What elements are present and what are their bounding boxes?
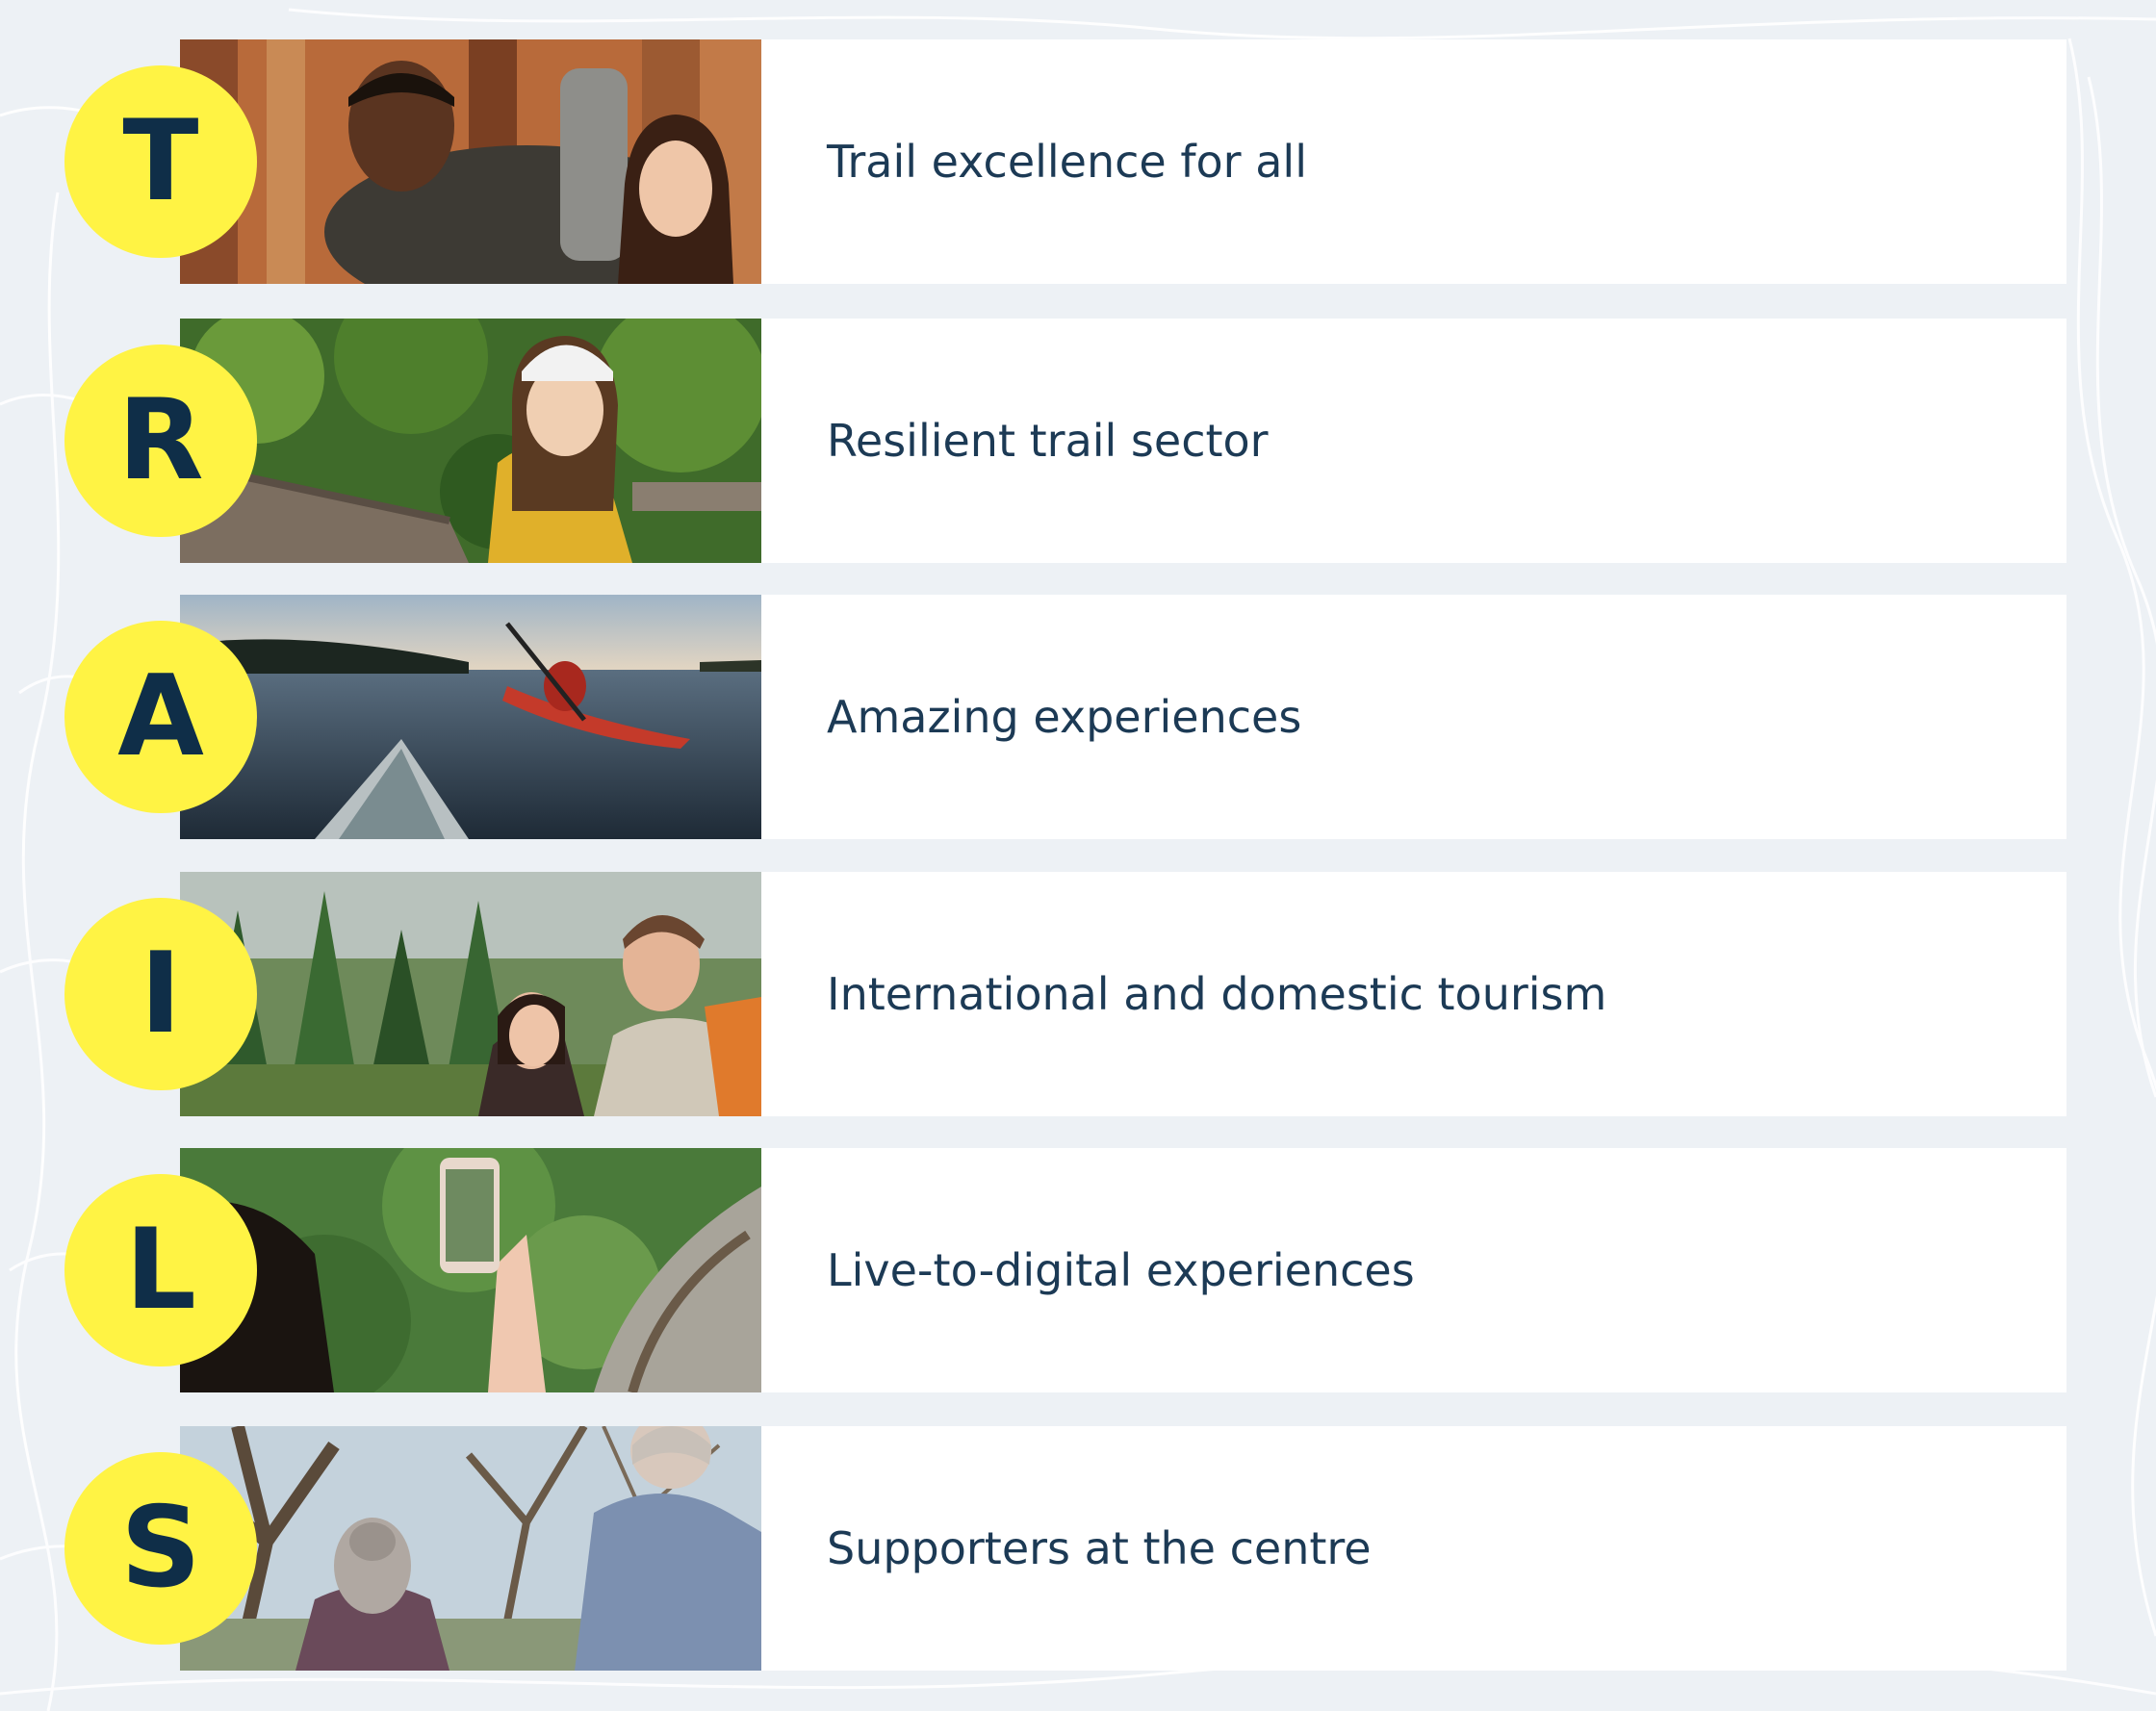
trails-row-s: Supporters at the centre S — [64, 1426, 2066, 1671]
hikers-photo — [180, 39, 761, 284]
supporters-photo — [180, 1426, 761, 1671]
badge-letter: R — [117, 375, 204, 505]
row-text: Trail excellence for all — [827, 136, 1307, 188]
letter-badge: A — [64, 621, 257, 813]
row-text: International and domestic tourism — [827, 968, 1607, 1020]
badge-letter: L — [125, 1205, 196, 1335]
row-text: Resilient trail sector — [827, 415, 1269, 467]
badge-letter: I — [140, 929, 182, 1059]
phone-photo — [180, 1148, 761, 1392]
letter-badge: I — [64, 898, 257, 1090]
trails-row-r: Resilient trail sector R — [64, 319, 2066, 563]
trails-row-t: Trail excellence for all T — [64, 39, 2066, 284]
badge-letter: A — [117, 651, 204, 781]
row-text: Live-to-digital experiences — [827, 1244, 1415, 1296]
trails-list: Trail excellence for all T Resilient tra… — [0, 0, 2156, 1711]
letter-badge: T — [64, 65, 257, 258]
row-text: Supporters at the centre — [827, 1522, 1372, 1574]
letter-badge: S — [64, 1452, 257, 1645]
trails-row-i: International and domestic tourism I — [64, 872, 2066, 1116]
trails-row-a: Amazing experiences A — [64, 595, 2066, 839]
letter-badge: R — [64, 345, 257, 537]
kayak-photo — [180, 595, 761, 839]
trails-row-l: Live-to-digital experiences L — [64, 1148, 2066, 1392]
letter-badge: L — [64, 1174, 257, 1366]
tourists-photo — [180, 872, 761, 1116]
badge-letter: S — [120, 1483, 201, 1613]
badge-letter: T — [122, 96, 199, 226]
trail-worker-photo — [180, 319, 761, 563]
row-text: Amazing experiences — [827, 691, 1302, 743]
